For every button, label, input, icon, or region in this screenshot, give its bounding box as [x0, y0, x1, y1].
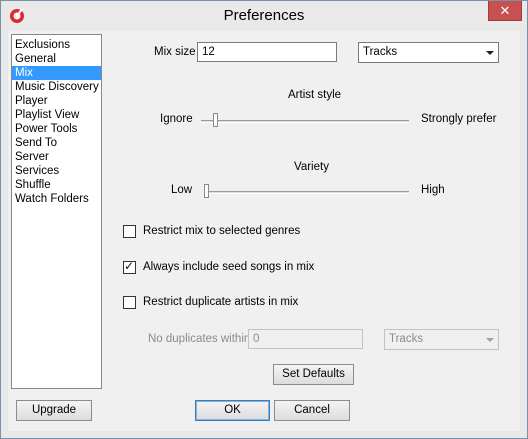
slider-track	[201, 120, 409, 123]
no-duplicates-unit-dropdown[interactable]: Tracks	[384, 329, 499, 350]
sidebar-item-general[interactable]: General	[12, 52, 101, 66]
variety-slider[interactable]	[204, 184, 409, 200]
artist-style-min-label: Ignore	[160, 113, 193, 125]
sidebar-item-exclusions[interactable]: Exclusions	[12, 38, 101, 52]
sidebar-item-mix[interactable]: Mix	[12, 66, 101, 80]
slider-thumb[interactable]	[213, 113, 218, 127]
artist-style-slider[interactable]	[201, 113, 409, 129]
close-button[interactable]: ✕	[488, 1, 522, 21]
mix-size-input[interactable]	[197, 42, 337, 62]
upgrade-button[interactable]: Upgrade	[16, 400, 92, 421]
ok-button[interactable]: OK	[195, 400, 270, 421]
variety-title: Variety	[294, 161, 329, 173]
preferences-window: Preferences ✕ Exclusions General Mix Music …	[0, 0, 528, 439]
restrict-genres-checkbox[interactable]	[123, 225, 136, 238]
chevron-down-icon[interactable]	[481, 330, 498, 349]
sidebar-item-server[interactable]: Server	[12, 150, 101, 164]
mix-unit-value: Tracks	[363, 46, 398, 58]
no-duplicates-label: No duplicates within	[148, 333, 251, 345]
no-duplicates-unit-value: Tracks	[389, 333, 424, 345]
variety-max-label: High	[421, 184, 445, 196]
sidebar-item-send-to[interactable]: Send To	[12, 136, 101, 150]
sidebar-item-shuffle[interactable]: Shuffle	[12, 178, 101, 192]
include-seed-label[interactable]: Always include seed songs in mix	[143, 261, 314, 273]
restrict-duplicates-label[interactable]: Restrict duplicate artists in mix	[143, 296, 298, 308]
sidebar-item-services[interactable]: Services	[12, 164, 101, 178]
mix-size-label: Mix size	[154, 46, 196, 58]
artist-style-title: Artist style	[288, 89, 342, 101]
slider-thumb[interactable]	[204, 184, 209, 198]
include-seed-checkbox[interactable]: ✓	[123, 259, 136, 274]
sidebar-item-music-discovery[interactable]: Music Discovery	[12, 80, 101, 94]
title-bar[interactable]: Preferences ✕	[1, 1, 527, 31]
slider-track	[204, 191, 409, 194]
sidebar-item-watch-folders[interactable]: Watch Folders	[12, 192, 101, 206]
no-duplicates-input[interactable]	[248, 329, 363, 349]
sidebar-item-power-tools[interactable]: Power Tools	[12, 122, 101, 136]
chevron-down-icon[interactable]	[481, 43, 498, 62]
artist-style-max-label: Strongly prefer	[421, 113, 497, 125]
restrict-genres-label[interactable]: Restrict mix to selected genres	[143, 225, 300, 237]
dialog-body: Exclusions General Mix Music Discovery Playe…	[8, 31, 520, 431]
category-list[interactable]: Exclusions General Mix Music Discovery Playe…	[11, 34, 102, 389]
cancel-button[interactable]: Cancel	[274, 400, 350, 421]
sidebar-item-player[interactable]: Player	[12, 94, 101, 108]
variety-min-label: Low	[171, 184, 193, 196]
window-title: Preferences	[223, 7, 305, 24]
sidebar-item-playlist-view[interactable]: Playlist View	[12, 108, 101, 122]
mix-unit-dropdown[interactable]: Tracks	[358, 42, 499, 63]
restrict-duplicates-checkbox[interactable]	[123, 296, 136, 309]
set-defaults-button[interactable]: Set Defaults	[273, 364, 354, 385]
check-icon: ✓	[124, 259, 135, 273]
